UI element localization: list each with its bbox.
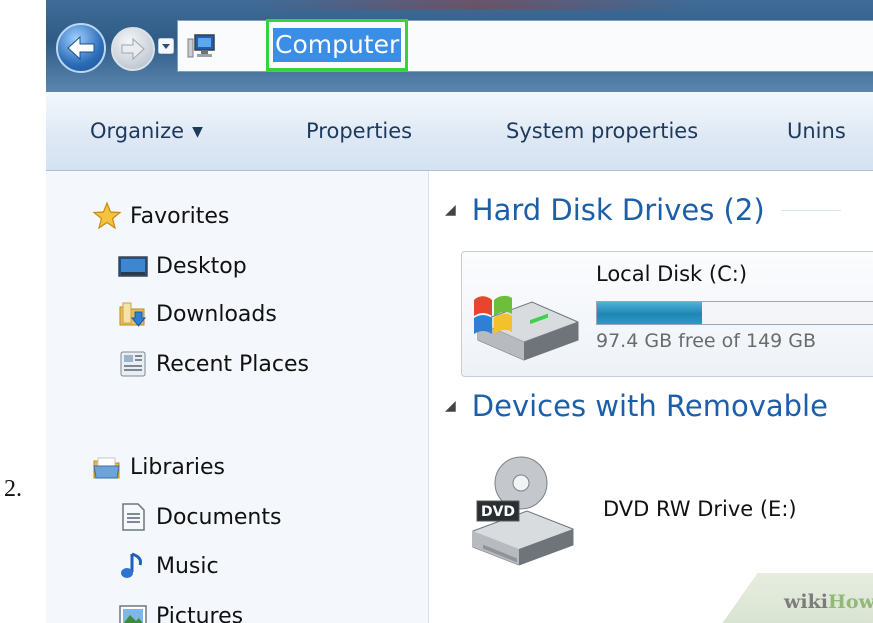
disk-usage-bar [596, 301, 873, 325]
nav-item-desktop[interactable]: Desktop [118, 249, 247, 283]
star-icon [92, 201, 122, 230]
nav-item-pictures-label: Pictures [156, 603, 244, 623]
documents-icon [122, 503, 145, 531]
dvd-drive-icon: DVD [472, 456, 574, 566]
step-number: 2. [4, 476, 22, 502]
back-arrow-icon [67, 35, 95, 61]
command-bar: Organize ▼ Properties System properties U… [46, 92, 873, 171]
windows-hard-drive-icon [474, 295, 579, 361]
nav-item-desktop-label: Desktop [156, 253, 247, 279]
history-dropdown-icon[interactable] [158, 38, 174, 54]
uninstall-button[interactable]: Unins [787, 92, 846, 170]
content-pane: ◢ Hard Disk Drives (2) Local Disk (C:) 9… [429, 171, 873, 623]
local-disk-free-space: 97.4 GB free of 149 GB [596, 330, 817, 352]
nav-item-downloads-label: Downloads [156, 301, 277, 327]
nav-favorites[interactable]: Favorites [92, 199, 229, 233]
disk-usage-fill [597, 302, 702, 324]
nav-favorites-label: Favorites [130, 203, 230, 229]
properties-button[interactable]: Properties [306, 92, 412, 170]
address-field[interactable]: Computer [177, 19, 873, 72]
nav-item-music[interactable]: Music [118, 549, 219, 583]
nav-item-pictures[interactable]: Pictures [118, 599, 243, 623]
chevron-down-icon: ▼ [192, 124, 203, 140]
nav-libraries-label: Libraries [130, 454, 226, 480]
dvd-drive-name: DVD RW Drive (E:) [603, 497, 797, 521]
watermark-part-2: How [827, 591, 873, 613]
nav-libraries[interactable]: Libraries [92, 450, 225, 484]
dvd-drive-e[interactable]: DVD DVD RW Drive (E:) [469, 453, 869, 573]
watermark-logo: wikiHow [784, 591, 873, 613]
organize-label: Organize [90, 119, 185, 143]
explorer-window: Computer Organize ▼ Properties System pro… [46, 0, 873, 623]
navigation-pane: Favorites Desktop Downloads Recent Place… [46, 171, 429, 623]
dvd-badge: DVD [481, 504, 515, 520]
location-highlight: Computer [266, 19, 409, 71]
computer-icon [187, 34, 215, 58]
pictures-icon [119, 605, 147, 623]
organize-button[interactable]: Organize ▼ [90, 92, 203, 170]
music-icon [121, 552, 142, 578]
nav-item-documents[interactable]: Documents [118, 500, 281, 534]
collapse-triangle-icon: ◢ [445, 398, 456, 414]
recent-places-icon [120, 351, 146, 377]
group-removable-storage-label: Devices with Removable [471, 389, 828, 423]
watermark-part-1: wiki [784, 591, 828, 613]
local-disk-name: Local Disk (C:) [596, 262, 748, 286]
group-hard-disk-drives-label: Hard Disk Drives (2) [471, 193, 765, 227]
nav-item-recent-places-label: Recent Places [156, 351, 309, 377]
back-button[interactable] [56, 23, 106, 73]
nav-item-recent-places[interactable]: Recent Places [118, 347, 309, 381]
nav-item-downloads[interactable]: Downloads [118, 297, 277, 331]
collapse-triangle-icon: ◢ [445, 202, 456, 218]
title-glow [256, 0, 696, 10]
desktop-icon [118, 256, 148, 277]
group-divider [780, 209, 841, 211]
system-properties-button[interactable]: System properties [506, 92, 698, 170]
local-disk-c[interactable]: Local Disk (C:) 97.4 GB free of 149 GB [461, 251, 873, 377]
location-text[interactable]: Computer [273, 28, 402, 62]
forward-button[interactable] [111, 27, 155, 71]
downloads-folder-icon [119, 302, 147, 327]
nav-item-music-label: Music [156, 553, 219, 579]
forward-arrow-icon [121, 37, 145, 61]
group-hard-disk-drives[interactable]: ◢ Hard Disk Drives (2) [445, 193, 841, 227]
nav-item-documents-label: Documents [156, 504, 282, 530]
address-bar-area: Computer [46, 0, 873, 92]
libraries-icon [93, 457, 120, 479]
group-removable-storage[interactable]: ◢ Devices with Removable [445, 389, 828, 423]
